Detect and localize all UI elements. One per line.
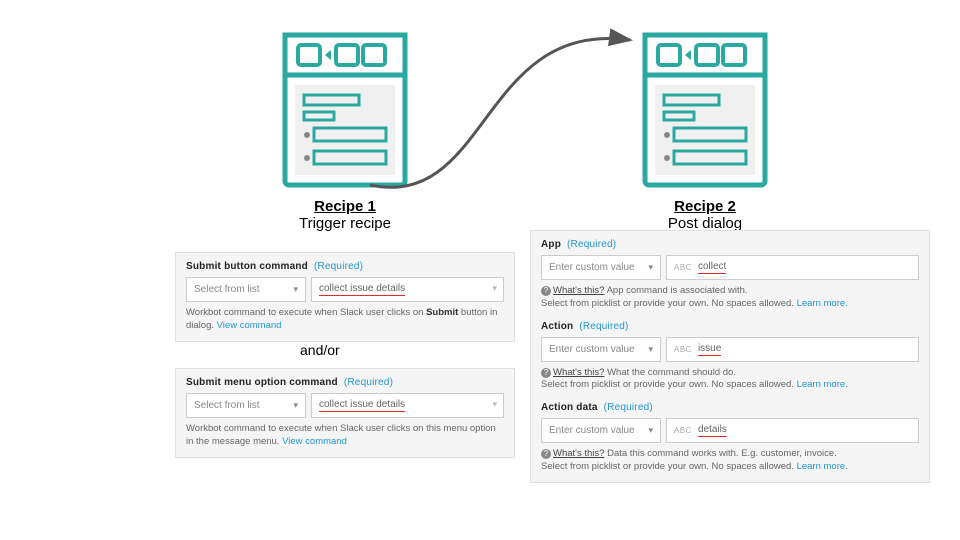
recipe1-subtitle: Trigger recipe xyxy=(280,215,410,232)
whats-this-link[interactable]: What's this? xyxy=(553,448,604,459)
action-data-label: Action data (Required) xyxy=(541,402,919,413)
app-custom-value-dropdown[interactable]: Enter custom value ▾ xyxy=(541,255,661,280)
submit-button-command-panel: Submit button command (Required) Select … xyxy=(175,252,515,342)
action-input[interactable]: ABC issue xyxy=(666,337,919,362)
recipe1-title: Recipe 1 xyxy=(280,198,410,215)
chevron-down-icon: ▾ xyxy=(293,284,298,295)
submit-menu-option-command-label: Submit menu option command (Required) xyxy=(186,377,504,388)
abc-icon: ABC xyxy=(674,426,692,435)
submit-button-command-label: Submit button command (Required) xyxy=(186,261,504,272)
chevron-down-icon: ▾ xyxy=(648,262,653,273)
view-command-link-2[interactable]: View command xyxy=(282,436,347,447)
submit-menu-option-command-panel: Submit menu option command (Required) Se… xyxy=(175,368,515,458)
select-from-list-dropdown[interactable]: Select from list ▾ xyxy=(186,277,306,302)
learn-more-link[interactable]: Learn more. xyxy=(797,379,848,390)
andor-text: and/or xyxy=(300,342,340,358)
help-icon: ? xyxy=(541,286,551,296)
learn-more-link[interactable]: Learn more. xyxy=(797,461,848,472)
chevron-down-icon: ▾ xyxy=(293,400,298,411)
recipe2-title: Recipe 2 xyxy=(640,198,770,215)
whats-this-link[interactable]: What's this? xyxy=(553,285,604,296)
submit-menu-caption: Workbot command to execute when Slack us… xyxy=(186,423,504,449)
whats-this-link[interactable]: What's this? xyxy=(553,367,604,378)
learn-more-link[interactable]: Learn more. xyxy=(797,298,848,309)
submit-menu-option-input[interactable]: collect issue details xyxy=(311,393,504,418)
chevron-down-icon: ▾ xyxy=(648,425,653,436)
post-dialog-panel: App (Required) Enter custom value ▾ ABC … xyxy=(530,230,930,483)
recipe-icon-1 xyxy=(280,30,410,190)
recipe2-heading: Recipe 2 Post dialog xyxy=(640,198,770,232)
recipe1-heading: Recipe 1 Trigger recipe xyxy=(280,198,410,232)
app-input[interactable]: ABC collect xyxy=(666,255,919,280)
help-icon: ? xyxy=(541,368,551,378)
app-label: App (Required) xyxy=(541,239,919,250)
chevron-down-icon: ▾ xyxy=(648,344,653,355)
abc-icon: ABC xyxy=(674,345,692,354)
view-command-link[interactable]: View command xyxy=(217,320,282,331)
submit-button-caption: Workbot command to execute when Slack us… xyxy=(186,307,504,333)
abc-icon: ABC xyxy=(674,263,692,272)
submit-button-command-input[interactable]: collect issue details xyxy=(311,277,504,302)
action-data-input[interactable]: ABC details xyxy=(666,418,919,443)
data-custom-value-dropdown[interactable]: Enter custom value ▾ xyxy=(541,418,661,443)
recipe-icon-2 xyxy=(640,30,770,190)
help-icon: ? xyxy=(541,449,551,459)
action-custom-value-dropdown[interactable]: Enter custom value ▾ xyxy=(541,337,661,362)
action-label: Action (Required) xyxy=(541,321,919,332)
select-from-list-dropdown-2[interactable]: Select from list ▾ xyxy=(186,393,306,418)
